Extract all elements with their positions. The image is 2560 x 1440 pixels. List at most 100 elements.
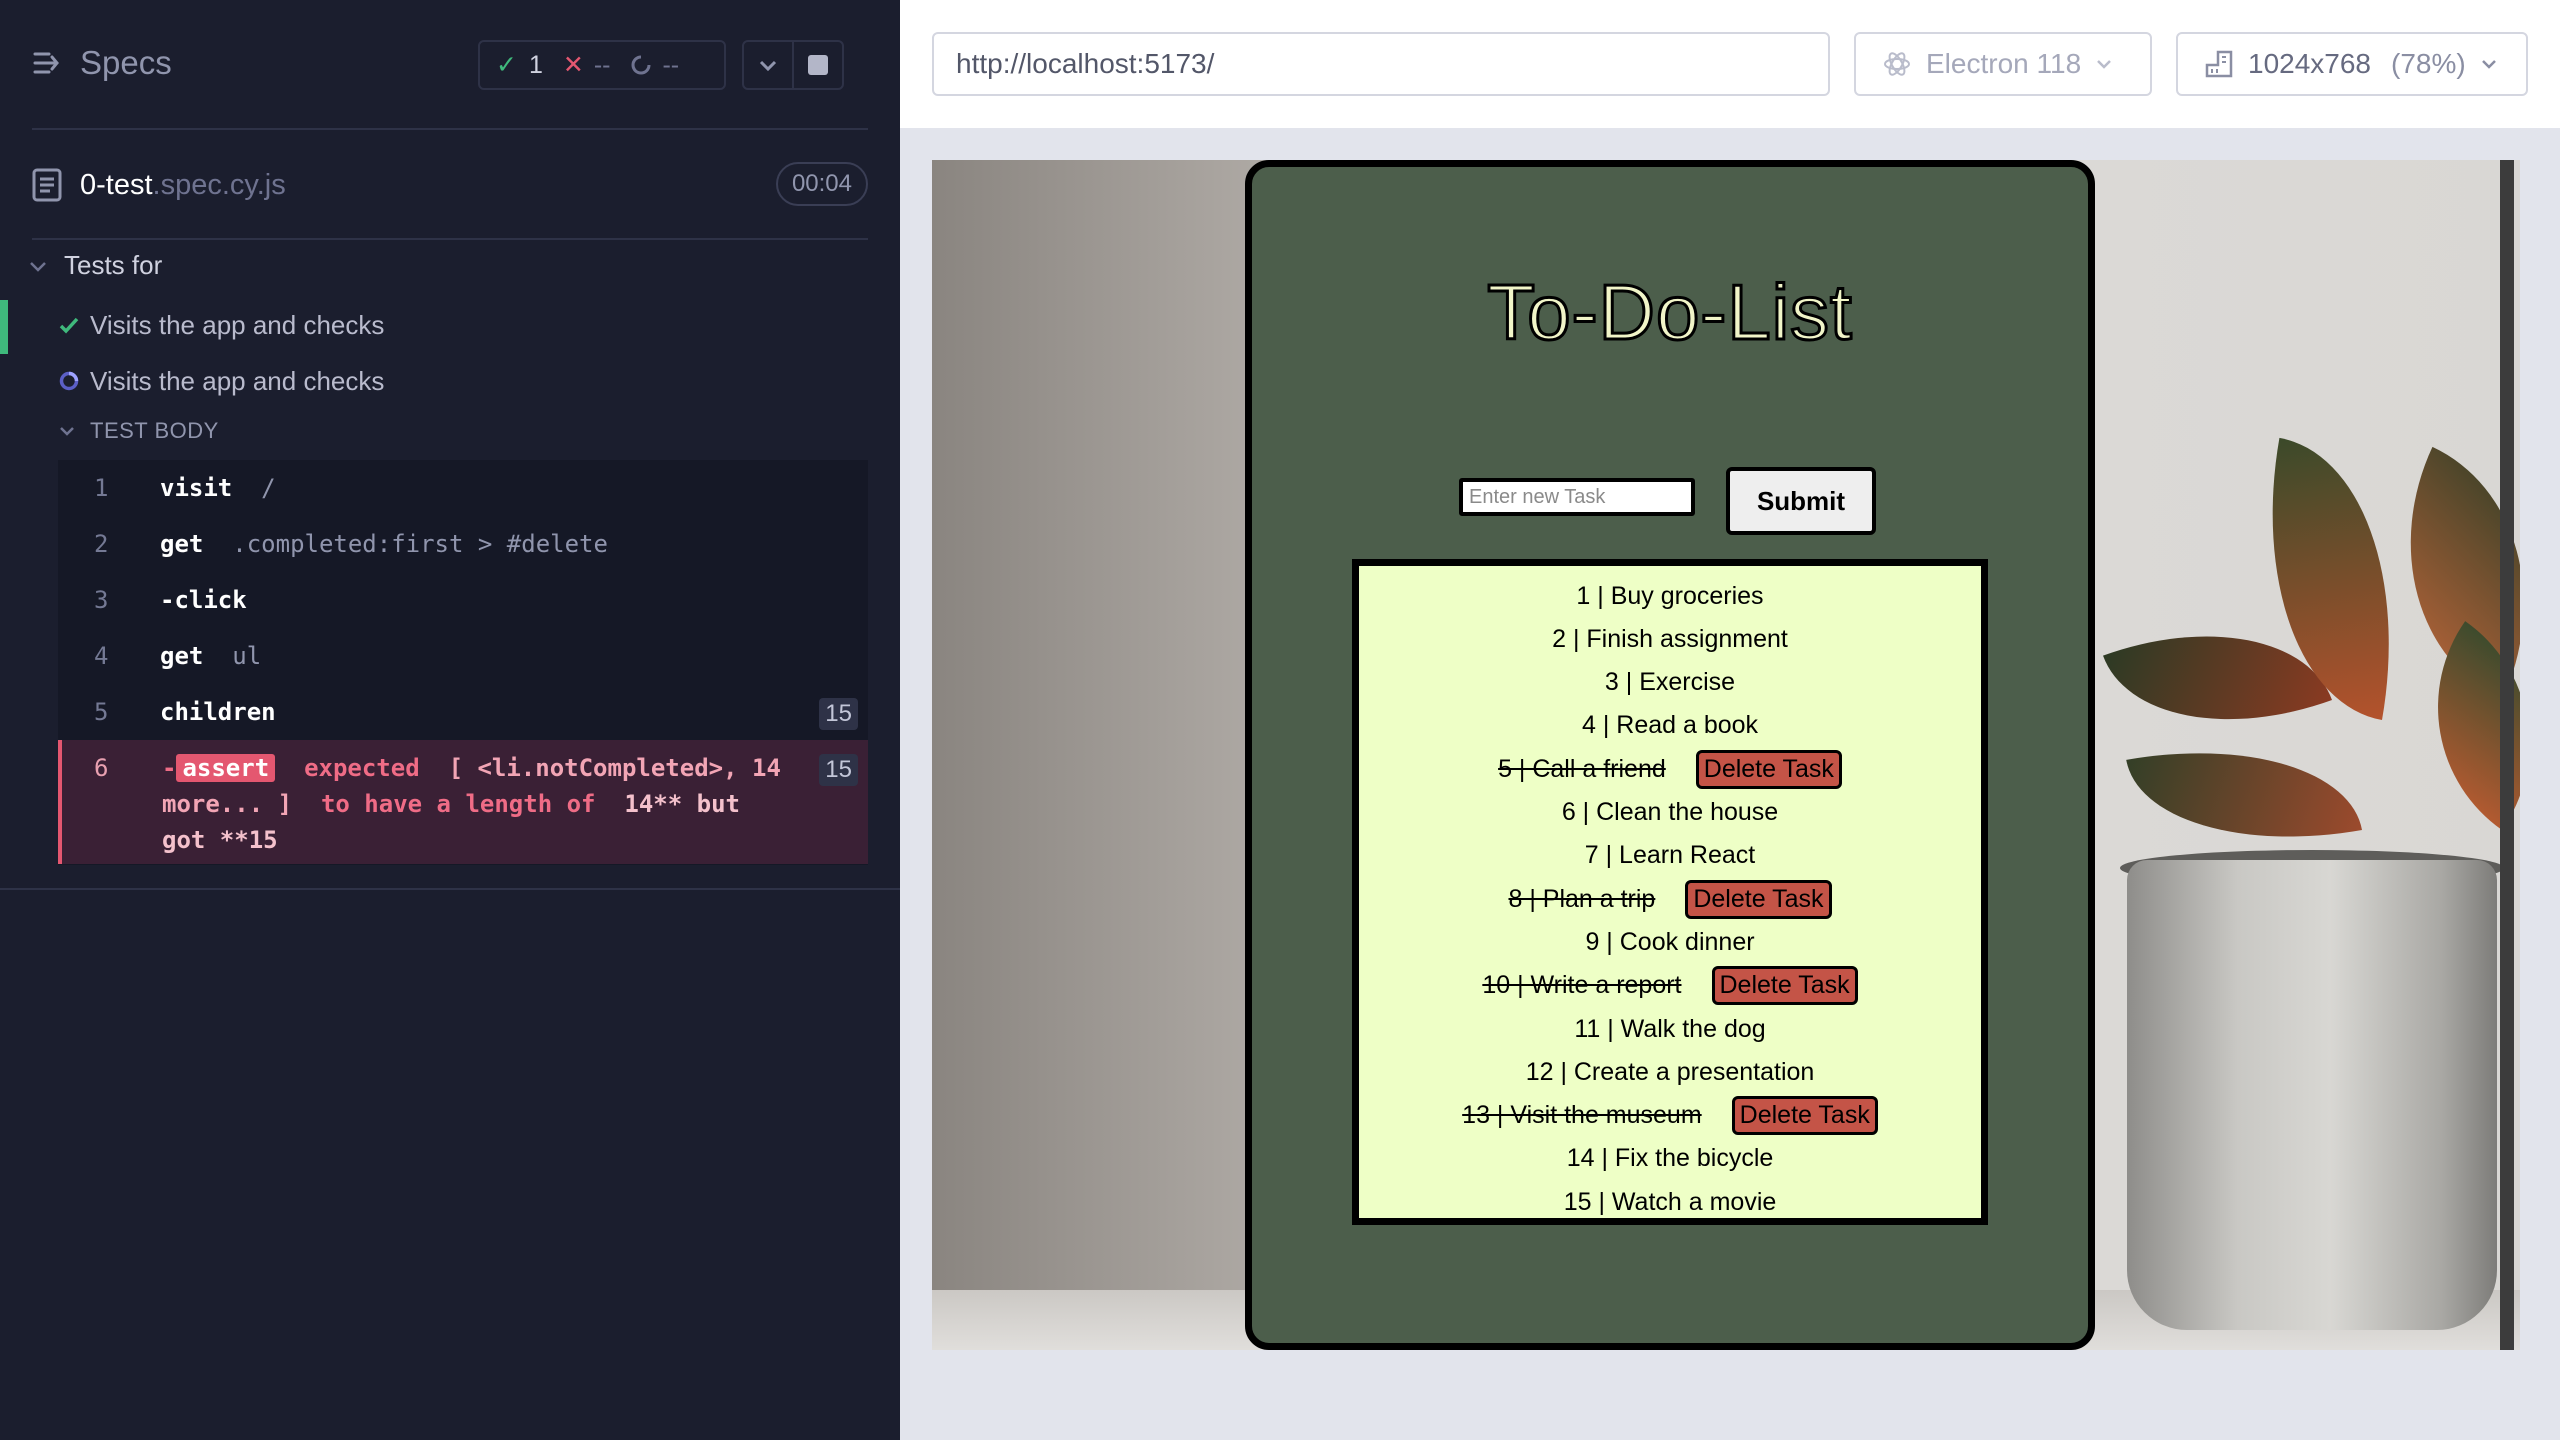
aut-panel: http://localhost:5173/ Electron 118 1024… [900,0,2560,1440]
todo-item-text: 2 | Finish assignment [1552,624,1788,653]
chevron-down-icon [759,60,777,72]
test-row-running[interactable]: Visits the app and checks [0,356,900,406]
command-name: children [160,698,276,726]
assert-tag: assert [176,754,276,782]
command-number: 1 [94,474,109,502]
element-count-badge: 15 [819,754,858,786]
electron-icon [1884,52,1910,76]
submit-button[interactable]: Submit [1726,467,1876,535]
test-list-divider [0,888,900,890]
specs-list-icon [33,52,59,74]
todo-item-text: 6 | Clean the house [1561,798,1779,826]
passed-icon: ✓ [496,51,517,79]
iframe-scrollbar[interactable] [2500,160,2514,1350]
todo-item-completed[interactable]: 8 | Plan a trip Delete Task [1359,879,1981,919]
command-row[interactable]: 2 get .completed:first > #delete [58,516,868,572]
todo-list: 1 | Buy groceries 2 | Finish assignment 3 … [1352,559,1988,1225]
new-task-input[interactable]: Enter new Task [1459,478,1695,516]
command-number: 2 [94,530,109,558]
todo-item[interactable]: 15 | Watch a movie [1359,1182,1981,1222]
command-name: get [160,642,204,670]
todo-item-text: 4 | Read a book [1581,711,1759,740]
command-number: 5 [94,698,109,726]
todo-item-text: 10 | Write a report [1482,971,1682,1000]
running-spinner-icon [59,371,79,391]
command-number: 6 [94,754,109,782]
test-title: Visits the app and checks [90,309,385,340]
todo-item-completed[interactable]: 13 | Visit the museum Delete Task [1359,1096,1981,1136]
suite-title: Tests for [64,250,163,280]
viewport-zoom: (78%) [2391,48,2466,79]
command-name: visit [160,474,233,502]
command-row[interactable]: 3 -click [58,572,868,628]
specs-title: Specs [80,44,172,81]
failed-assertion-row[interactable]: 6 - assert expected [ <li.notCompleted>, … [58,740,868,864]
spec-duration: 00:04 [775,162,868,206]
element-count-badge: 15 [819,698,858,730]
command-number: 4 [94,642,109,670]
todo-item[interactable]: 3 | Exercise [1359,663,1981,703]
todo-card: To-Do-List Enter new Task Submit 1 | Buy… [1245,160,2095,1350]
pending-count: -- [662,50,680,79]
test-body-label: TEST BODY [90,418,219,443]
todo-item-text: 9 | Cook dinner [1585,927,1755,956]
todo-item[interactable]: 4 | Read a book [1359,706,1981,746]
viewport-size: 1024x768 [2248,48,2372,79]
cypress-runner: Specs ✓ 1 ✕ -- -- 0-test .spec.cy.js 00:0… [0,0,2560,1440]
command-row[interactable]: 4 get ul [58,628,868,684]
passed-indicator-bar [0,300,8,354]
todo-item[interactable]: 12 | Create a presentation [1359,1052,1981,1092]
browser-name: Electron 118 [1926,48,2082,79]
command-log: 1 visit / 2 get .completed:first > #dele… [58,460,868,865]
plant-pot [2127,860,2497,1330]
spec-file-row[interactable]: 0-test .spec.cy.js 00:04 [32,160,868,210]
todo-item-completed[interactable]: 5 | Call a friend Delete Task [1359,749,1981,789]
spec-extension: .spec.cy.js [152,168,286,201]
todo-title: To-Do-List [1486,267,1853,358]
command-row[interactable]: 5 children 15 [58,684,868,740]
spec-name: 0-test [80,168,153,201]
todo-item[interactable]: 1 | Buy groceries [1359,576,1981,616]
plant-leaf [2379,621,2520,830]
todo-item[interactable]: 7 | Learn React [1359,836,1981,876]
expand-collapse-button[interactable] [742,40,794,90]
delete-task-button[interactable]: Delete Task [1685,879,1832,919]
test-body-toggle[interactable]: TEST BODY [58,418,219,444]
todo-item-text: 1 | Buy groceries [1576,581,1764,610]
command-row[interactable]: 1 visit / [58,460,868,516]
todo-item[interactable]: 11 | Walk the dog [1359,1009,1981,1049]
todo-item-text: 13 | Visit the museum [1462,1101,1702,1130]
todo-item-text: 12 | Create a presentation [1525,1057,1815,1086]
command-name: get [160,530,204,558]
todo-item-text: 11 | Walk the dog [1574,1014,1766,1043]
spec-divider [32,238,868,240]
passed-count: 1 [528,50,543,79]
command-arg: / [261,474,276,502]
chevron-down-icon [60,427,74,436]
todo-item[interactable]: 14 | Fix the bicycle [1359,1139,1981,1179]
suite-row[interactable]: Tests for [28,250,162,281]
stop-button[interactable] [792,40,844,90]
todo-item[interactable]: 6 | Clean the house [1359,793,1981,833]
todo-item-completed[interactable]: 10 | Write a report Delete Task [1359,966,1981,1006]
test-title: Visits the app and checks [90,365,385,396]
command-arg: ul [232,642,262,670]
specs-toggle[interactable]: Specs [32,44,172,82]
browser-selector[interactable]: Electron 118 [1854,32,2152,96]
todo-item-text: 15 | Watch a movie [1563,1187,1777,1216]
todo-item-text: 7 | Learn React [1584,841,1756,870]
delete-task-button[interactable]: Delete Task [1731,1096,1878,1136]
failed-icon: ✕ [562,51,584,79]
test-stats: ✓ 1 ✕ -- -- [478,40,726,90]
todo-item[interactable]: 2 | Finish assignment [1359,619,1981,659]
url-bar[interactable]: http://localhost:5173/ [932,32,1830,96]
delete-task-button[interactable]: Delete Task [1695,749,1842,789]
todo-item[interactable]: 9 | Cook dinner [1359,922,1981,962]
delete-task-button[interactable]: Delete Task [1711,966,1858,1006]
command-number: 3 [94,586,109,614]
test-row-passed[interactable]: Visits the app and checks [0,300,900,354]
app-iframe: To-Do-List Enter new Task Submit 1 | Buy… [932,160,2520,1350]
viewport-selector[interactable]: 1024x768 (78%) [2176,32,2528,96]
assert-expected: expected [304,754,420,782]
failed-count: -- [593,50,611,79]
